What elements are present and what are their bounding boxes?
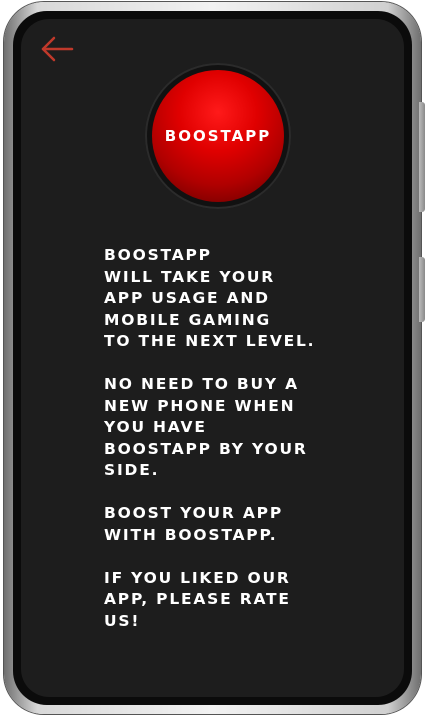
boost-button[interactable]: BOOSTAPP (152, 70, 284, 202)
description-paragraph: BOOSTAPP WILL TAKE YOUR APP USAGE AND MO… (104, 246, 316, 350)
app-description: BOOSTAPP WILL TAKE YOUR APP USAGE AND MO… (104, 245, 364, 654)
description-paragraph: BOOST YOUR APP WITH BOOSTAPP. (104, 504, 283, 544)
description-paragraph: NO NEED TO BUY A NEW PHONE WHEN YOU HAVE… (104, 375, 308, 479)
phone-bezel: BOOSTAPP BOOSTAPP WILL TAKE YOUR APP USA… (13, 11, 412, 705)
side-button-power (419, 257, 425, 322)
phone-frame: BOOSTAPP BOOSTAPP WILL TAKE YOUR APP USA… (4, 2, 425, 714)
boost-button-ring: BOOSTAPP (145, 63, 291, 209)
back-button[interactable] (39, 35, 75, 63)
description-paragraph: IF YOU LIKED OUR APP, PLEASE RATE US! (104, 568, 291, 630)
app-screen: BOOSTAPP BOOSTAPP WILL TAKE YOUR APP USA… (21, 19, 404, 697)
boost-button-label: BOOSTAPP (164, 127, 272, 145)
arrow-left-icon (39, 35, 75, 63)
side-button-volume (419, 102, 425, 212)
